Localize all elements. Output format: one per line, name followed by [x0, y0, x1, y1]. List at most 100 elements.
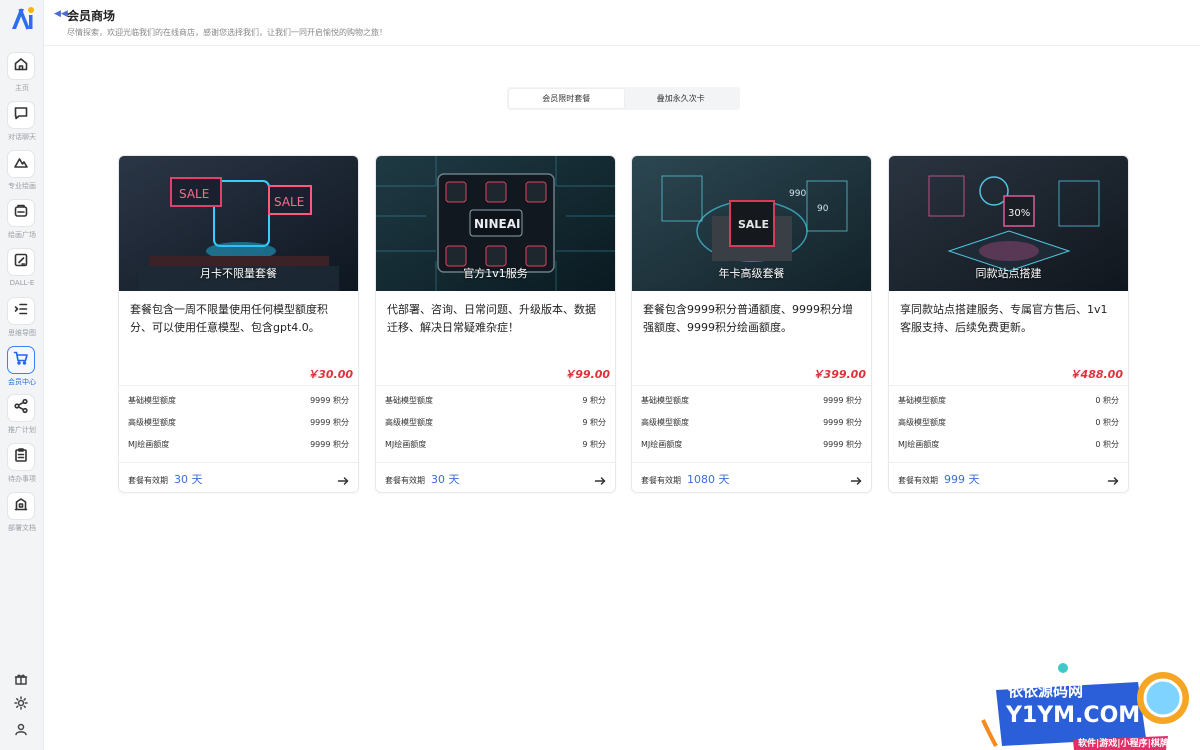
- quota-value: 9999 积分: [823, 440, 862, 449]
- quota-row: 基础模型额度 9999 积分: [641, 395, 862, 409]
- package-card[interactable]: NINEAI 官方1v1服务 代部署、咨询、日常问题、升级版本、数据迁移、解决日…: [375, 155, 616, 493]
- sidebar-item-label: 专业绘画: [8, 182, 36, 190]
- quota-row: MJ绘画额度 9999 积分: [641, 439, 862, 453]
- quota-label: MJ绘画额度: [898, 440, 940, 449]
- validity-value: 1080 天: [687, 473, 730, 486]
- arrow-right-icon[interactable]: [1107, 472, 1119, 485]
- page-header: ◀◀ 会员商场 尽情探索，欢迎光临我们的在线商店，感谢您选择我们，让我们一同开启…: [44, 0, 1200, 46]
- package-name: 月卡不限量套餐: [200, 267, 277, 280]
- divider: [119, 385, 358, 386]
- divider: [889, 462, 1128, 463]
- package-card[interactable]: 30% 同款站点搭建 享同款站点搭建服务、专属官方售后、1v1客服支持、后续免费…: [888, 155, 1129, 493]
- package-description: 享同款站点搭建服务、专属官方售后、1v1客服支持、后续免费更新。: [900, 303, 1108, 334]
- quota-label: MJ绘画额度: [128, 440, 170, 449]
- gallery-icon: [13, 203, 29, 223]
- arrow-right-icon[interactable]: [594, 472, 606, 485]
- divider: [119, 462, 358, 463]
- quota-value: 9 积分: [582, 440, 606, 449]
- tab-limited-membership[interactable]: 会员限时套餐: [509, 89, 624, 108]
- quota-value: 9 积分: [582, 418, 606, 427]
- page-subtitle: 尽情探索，欢迎光临我们的在线商店，感谢您选择我们，让我们一同开启愉悦的购物之旅！: [67, 28, 387, 37]
- quota-value: 9999 积分: [310, 396, 349, 405]
- svg-text:30%: 30%: [1008, 208, 1030, 219]
- quota-label: 高级模型额度: [128, 418, 176, 427]
- sidebar-item-todo[interactable]: 待办事项: [0, 443, 44, 491]
- package-description: 套餐包含9999积分普通额度、9999积分增强额度、9999积分绘画额度。: [643, 303, 853, 334]
- svg-text:90: 90: [817, 204, 829, 214]
- svg-text:软件|游戏|小程序|棋牌: 软件|游戏|小程序|棋牌: [1078, 737, 1169, 749]
- share-icon: [13, 398, 29, 418]
- svg-text:依依源码网: 依依源码网: [1008, 682, 1083, 700]
- validity-value: 30 天: [431, 473, 460, 486]
- package-price: ￥399.00: [812, 368, 866, 381]
- validity-label: 套餐有效期: [641, 476, 681, 485]
- package-card[interactable]: SALE SALE 月卡不限量套餐 套餐包含一周不限量使用任何模型额度积分、可以…: [118, 155, 359, 493]
- divider: [632, 462, 871, 463]
- package-image: SALE SALE 月卡不限量套餐: [119, 156, 358, 291]
- quota-value: 9 积分: [582, 396, 606, 405]
- sidebar-item-dalle[interactable]: DALL-E: [0, 248, 44, 296]
- sidebar-item-label: 主页: [15, 84, 29, 92]
- sidebar-item-docs[interactable]: 部署文档: [0, 492, 44, 540]
- quota-label: 基础模型额度: [641, 396, 689, 405]
- quota-row: MJ绘画额度 9 积分: [385, 439, 606, 453]
- quota-row: 高级模型额度 0 积分: [898, 417, 1119, 431]
- sidebar-item-promotion[interactable]: 推广计划: [0, 394, 44, 442]
- quota-row: 高级模型额度 9999 积分: [128, 417, 349, 431]
- svg-text:990: 990: [789, 189, 806, 199]
- quota-value: 9999 积分: [823, 418, 862, 427]
- sidebar-item-membership[interactable]: 会员中心: [0, 346, 44, 394]
- back-arrow-icon[interactable]: ◀◀: [54, 9, 68, 19]
- svg-text:SALE: SALE: [179, 187, 209, 201]
- arrow-right-icon[interactable]: [337, 472, 349, 485]
- sidebar-item-home[interactable]: 主页: [0, 52, 44, 100]
- sidebar-item-label: 对话聊天: [8, 133, 36, 141]
- quota-label: 高级模型额度: [385, 418, 433, 427]
- package-price: ￥30.00: [307, 368, 353, 381]
- quota-value: 9999 积分: [310, 418, 349, 427]
- package-name: 年卡高级套餐: [718, 267, 785, 280]
- validity-value: 999 天: [944, 473, 980, 486]
- mindmap-icon: [13, 301, 29, 321]
- quota-label: 基础模型额度: [385, 396, 433, 405]
- divider: [376, 385, 615, 386]
- quota-row: 高级模型额度 9999 积分: [641, 417, 862, 431]
- quota-value: 0 积分: [1095, 396, 1119, 405]
- quota-label: 高级模型额度: [898, 418, 946, 427]
- sun-icon[interactable]: [14, 695, 28, 710]
- home-icon: [13, 56, 29, 76]
- package-name: 同款站点搭建: [975, 267, 1042, 280]
- arrow-right-icon[interactable]: [850, 472, 862, 485]
- quota-label: 基础模型额度: [898, 396, 946, 405]
- package-card[interactable]: 990 90 SALE 年卡高级套餐 套餐包含9999积分普通额度、9999积分…: [631, 155, 872, 493]
- quota-row: 高级模型额度 9 积分: [385, 417, 606, 431]
- quota-row: 基础模型额度 0 积分: [898, 395, 1119, 409]
- package-description: 代部署、咨询、日常问题、升级版本、数据迁移、解决日常疑难杂症！: [387, 303, 596, 334]
- quota-row: MJ绘画额度 9999 积分: [128, 439, 349, 453]
- app-logo[interactable]: [9, 5, 37, 33]
- quota-row: 基础模型额度 9999 积分: [128, 395, 349, 409]
- quota-value: 9999 积分: [310, 440, 349, 449]
- sidebar-item-label: 会员中心: [8, 378, 36, 386]
- package-price: ￥488.00: [1069, 368, 1123, 381]
- package-price: ￥99.00: [564, 368, 610, 381]
- validity-label: 套餐有效期: [898, 476, 938, 485]
- package-image: 990 90 SALE 年卡高级套餐: [632, 156, 871, 291]
- svg-text:NINEAI: NINEAI: [474, 217, 521, 231]
- quota-row: MJ绘画额度 0 积分: [898, 439, 1119, 453]
- validity-value: 30 天: [174, 473, 203, 486]
- cart-icon: [13, 350, 29, 370]
- clipboard-icon: [13, 447, 29, 467]
- svg-text:SALE: SALE: [274, 195, 304, 209]
- tab-permanent-card[interactable]: 叠加永久次卡: [624, 89, 739, 108]
- quota-label: MJ绘画额度: [641, 440, 683, 449]
- quota-row: 基础模型额度 9 积分: [385, 395, 606, 409]
- user-icon[interactable]: [14, 721, 28, 736]
- sidebar-item-gallery[interactable]: 绘画广场: [0, 199, 44, 247]
- sidebar-item-painting[interactable]: 专业绘画: [0, 150, 44, 198]
- quota-label: 高级模型额度: [641, 418, 689, 427]
- sidebar-item-chat[interactable]: 对话聊天: [0, 101, 44, 149]
- divider: [632, 385, 871, 386]
- gift-icon[interactable]: [14, 671, 28, 685]
- sidebar-item-mindmap[interactable]: 思维导图: [0, 297, 44, 345]
